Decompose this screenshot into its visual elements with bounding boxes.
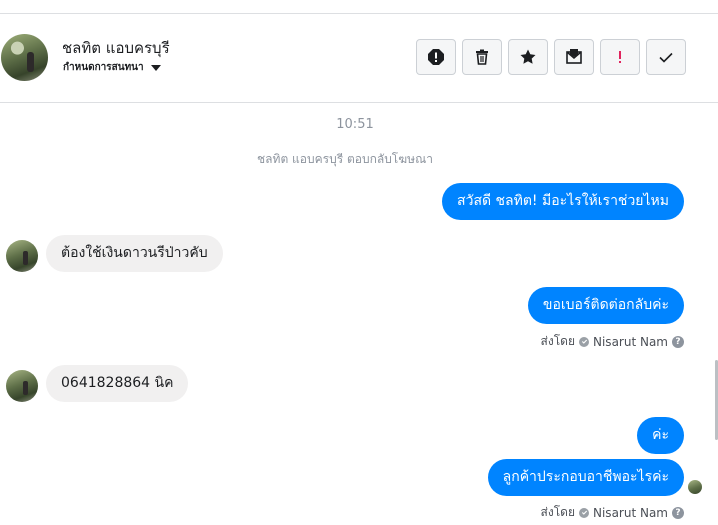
- outgoing-message[interactable]: ลูกค้าประกอบอาชีพอะไรค่ะ: [487, 459, 684, 496]
- sent-by-indicator: ส่งโดย Nisarut Nam ?: [541, 332, 684, 351]
- contact-avatar-small: [6, 370, 38, 402]
- verified-check-icon: [579, 507, 589, 518]
- sent-by-indicator: ส่งโดย Nisarut Nam ?: [541, 503, 684, 522]
- system-note: ชลทิต แอบครบุรี ตอบกลับโฆษณา: [257, 152, 433, 166]
- help-icon[interactable]: ?: [672, 506, 684, 519]
- mark-done-button[interactable]: [646, 39, 686, 75]
- caret-down-icon: [150, 64, 161, 71]
- incoming-message[interactable]: ต้องใช้เงินดาวนรีป่าวคับ: [46, 235, 223, 272]
- action-toolbar: [416, 39, 686, 75]
- mark-unread-button[interactable]: [554, 39, 594, 75]
- sent-by-prefix: ส่งโดย: [540, 505, 575, 519]
- help-icon[interactable]: ?: [672, 335, 684, 348]
- outgoing-message[interactable]: สวัสดี ชลทิต! มีอะไรให้เราช่วยไหม: [442, 183, 684, 220]
- conversation-header: ชลทิต แอบครบุรี กำหนดการสนทนา: [0, 14, 718, 103]
- important-button[interactable]: [600, 39, 640, 75]
- contact-name[interactable]: ชลทิต แอบครบุรี: [62, 36, 170, 60]
- seen-avatar: [688, 480, 702, 494]
- spam-alert-button[interactable]: [416, 39, 456, 75]
- incoming-message[interactable]: 0641828864 นิค: [46, 365, 189, 402]
- verified-check-icon: [579, 336, 589, 347]
- outgoing-message[interactable]: ขอเบอร์ติดต่อกลับค่ะ: [527, 287, 684, 324]
- sent-by-prefix: ส่งโดย: [540, 334, 575, 348]
- conversation-schedule-dropdown[interactable]: กำหนดการสนทนา: [63, 60, 161, 75]
- mark-unread-icon: [566, 49, 582, 64]
- sender-name: Nisarut Nam: [593, 334, 668, 349]
- star-icon: [520, 49, 536, 64]
- message-timestamp: 10:51: [336, 117, 374, 132]
- delete-button[interactable]: [462, 39, 502, 75]
- check-icon: [659, 52, 673, 63]
- contact-avatar[interactable]: [1, 34, 48, 81]
- star-button[interactable]: [508, 39, 548, 75]
- outgoing-message[interactable]: ค่ะ: [637, 417, 684, 454]
- spam-alert-icon: [428, 49, 444, 65]
- contact-avatar-small: [6, 240, 38, 272]
- sender-name: Nisarut Nam: [593, 505, 668, 520]
- trash-icon: [476, 49, 488, 65]
- important-icon: [619, 51, 621, 63]
- schedule-label: กำหนดการสนทนา: [63, 62, 144, 73]
